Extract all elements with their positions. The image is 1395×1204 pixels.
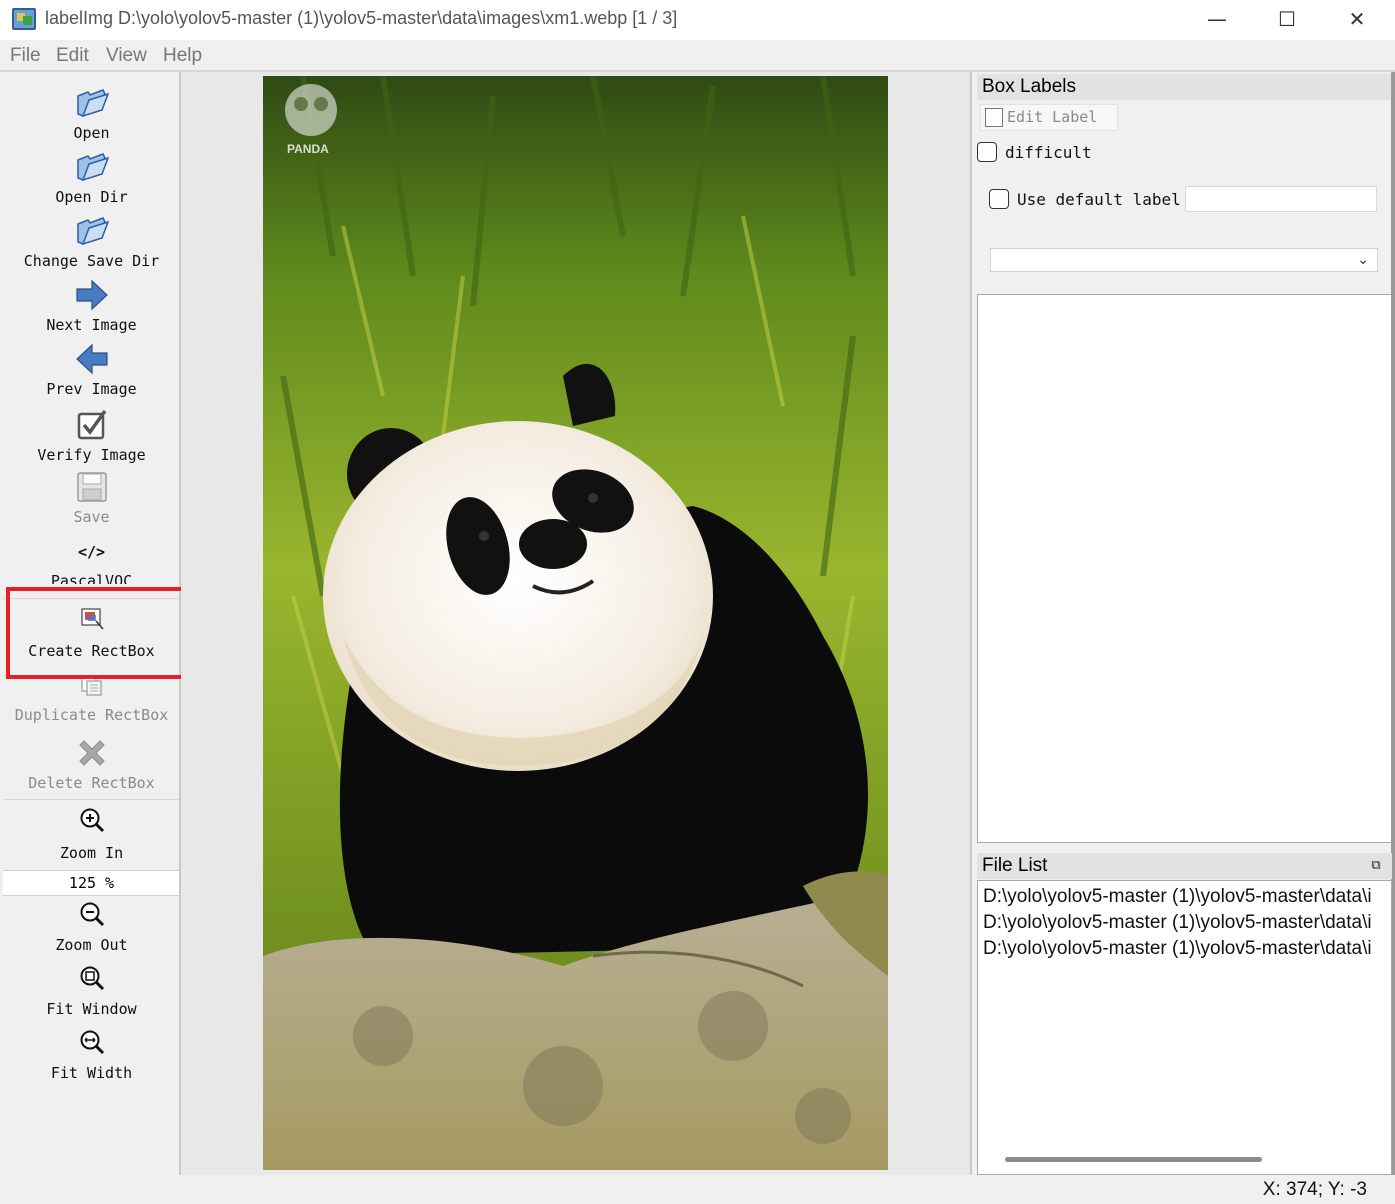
fit-width-button[interactable]: Fit Width — [3, 1028, 180, 1082]
open-dir-label: Open Dir — [55, 188, 128, 206]
fit-window-icon — [80, 966, 104, 991]
zoom-in-button[interactable]: Zoom In — [3, 806, 180, 862]
arrow-right-icon — [75, 279, 108, 311]
save-button[interactable]: Save — [3, 470, 180, 526]
menu-help[interactable]: Help — [163, 45, 202, 67]
minimize-button[interactable]: — — [1182, 0, 1252, 40]
cursor-coordinates: X: 374; Y: -3 — [1262, 1179, 1367, 1200]
change-save-dir-label: Change Save Dir — [23, 252, 160, 270]
default-label-input[interactable] — [1185, 186, 1377, 212]
title-bar: labelImg D:\yolo\yolov5-master (1)\yolov… — [0, 0, 1395, 40]
zoom-in-icon — [80, 808, 104, 833]
file-list-header: File List — [977, 853, 1392, 879]
menu-bar: File Edit View Help — [0, 42, 1395, 70]
file-list-item[interactable]: D:\yolo\yolov5-master (1)\yolov5-master\… — [983, 912, 1372, 934]
close-button[interactable]: ✕ — [1322, 0, 1392, 40]
label-combo-box[interactable]: ⌄ — [990, 248, 1378, 272]
file-list-item[interactable]: D:\yolo\yolov5-master (1)\yolov5-master\… — [983, 938, 1372, 960]
file-list-horizontal-scrollbar[interactable] — [1005, 1157, 1262, 1162]
maximize-button[interactable]: ☐ — [1252, 0, 1322, 40]
zoom-out-label: Zoom Out — [55, 936, 128, 954]
delete-x-icon — [78, 740, 105, 766]
prev-image-label: Prev Image — [46, 380, 137, 398]
zoom-out-icon — [80, 902, 104, 927]
delete-rectbox-button[interactable]: Delete RectBox — [3, 736, 180, 792]
format-toggle-button[interactable]: </> PascalVOC — [3, 538, 180, 584]
prev-image-button[interactable]: Prev Image — [3, 342, 180, 398]
open-label: Open — [73, 124, 110, 142]
save-label: Save — [73, 508, 110, 526]
watermark-text: PANDA — [287, 142, 329, 156]
open-dir-folder-icon — [76, 153, 109, 182]
checkbox-verify-icon — [77, 409, 106, 440]
status-bar: X: 374; Y: -3 — [0, 1175, 1395, 1204]
delete-rectbox-label: Delete RectBox — [28, 774, 155, 792]
fit-window-label: Fit Window — [46, 1000, 137, 1018]
verify-image-label: Verify Image — [37, 446, 146, 464]
edit-pencil-icon — [985, 108, 1003, 127]
open-dir-button[interactable]: Open Dir — [3, 150, 180, 206]
fit-window-button[interactable]: Fit Window — [3, 964, 180, 1018]
change-save-dir-button[interactable]: Change Save Dir — [3, 214, 180, 270]
window-title: labelImg D:\yolo\yolov5-master (1)\yolov… — [45, 8, 678, 28]
fit-width-icon — [80, 1030, 104, 1055]
floppy-disk-icon — [76, 472, 107, 502]
chevron-down-icon: ⌄ — [1357, 251, 1369, 267]
canvas-border — [970, 72, 972, 1175]
use-default-label-checkbox[interactable] — [989, 189, 1009, 209]
zoom-in-label: Zoom In — [59, 844, 124, 862]
open-folder-icon — [76, 89, 109, 118]
duplicate-rectbox-button[interactable]: Duplicate RectBox — [3, 674, 180, 724]
edit-label-button[interactable]: Edit Label — [980, 104, 1118, 131]
file-list-item[interactable]: D:\yolo\yolov5-master (1)\yolov5-master\… — [983, 886, 1372, 908]
code-brackets-icon: </> — [77, 543, 106, 561]
menu-edit[interactable]: Edit — [56, 45, 89, 67]
difficult-checkbox[interactable] — [977, 142, 997, 162]
dock-float-icon[interactable]: ⧉ — [1368, 857, 1384, 873]
panda-image: PANDA — [263, 76, 888, 1170]
zoom-level-spinbox[interactable]: 125 % — [3, 870, 180, 896]
difficult-label: difficult — [1005, 143, 1092, 162]
file-list[interactable]: D:\yolo\yolov5-master (1)\yolov5-master\… — [977, 880, 1392, 1175]
verify-image-button[interactable]: Verify Image — [3, 408, 180, 464]
open-button[interactable]: Open — [3, 86, 180, 142]
zoom-out-button[interactable]: Zoom Out — [3, 900, 180, 954]
edit-label-text: Edit Label — [1007, 108, 1098, 126]
label-list[interactable] — [977, 294, 1392, 843]
highlight-annotation-box — [6, 587, 195, 679]
labelimg-app-icon — [12, 8, 36, 30]
save-dir-folder-icon — [76, 217, 109, 246]
use-default-label-text: Use default label — [1017, 190, 1181, 209]
next-image-label: Next Image — [46, 316, 137, 334]
menu-file[interactable]: File — [10, 45, 41, 67]
fit-width-label: Fit Width — [50, 1064, 133, 1082]
next-image-button[interactable]: Next Image — [3, 278, 180, 334]
toolbar-separator — [3, 799, 180, 800]
duplicate-rectbox-label: Duplicate RectBox — [14, 706, 169, 724]
panda-photo[interactable]: PANDA — [263, 76, 888, 1170]
arrow-left-icon — [75, 343, 108, 375]
menu-view[interactable]: View — [106, 45, 147, 67]
box-labels-header: Box Labels — [977, 74, 1392, 100]
format-label: PascalVOC — [50, 572, 133, 584]
